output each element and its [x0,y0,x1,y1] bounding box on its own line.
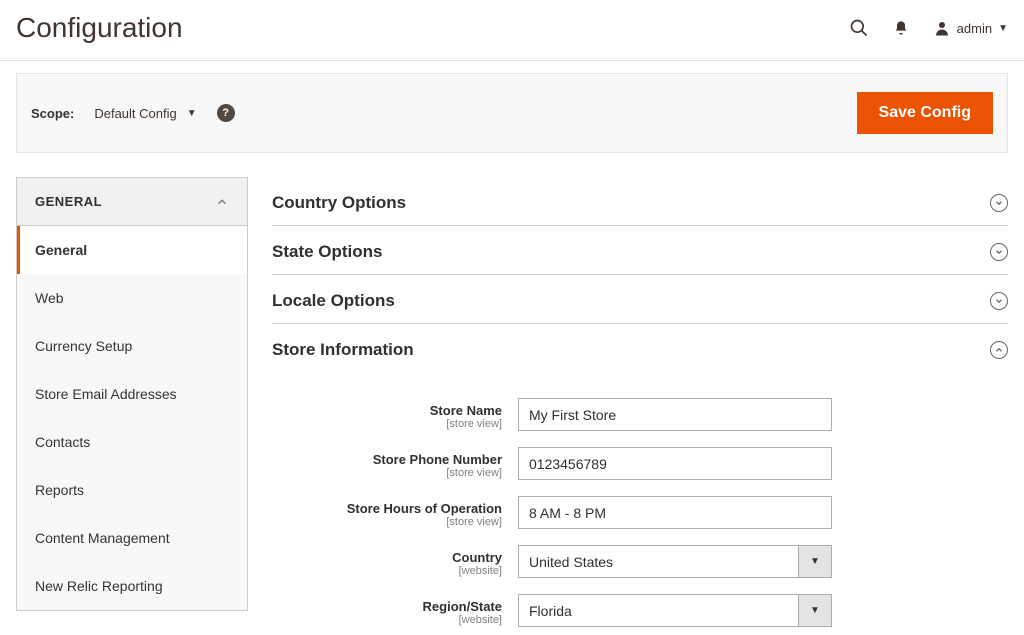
help-icon[interactable]: ? [217,104,235,122]
section-locale-options[interactable]: Locale Options [272,275,1008,324]
select-value: United States [518,545,799,578]
caret-down-icon: ▼ [187,108,197,119]
sidebar-item-contacts[interactable]: Contacts [17,418,247,466]
field-label: Store Hours of Operation [347,501,502,516]
save-config-button[interactable]: Save Config [857,92,993,134]
chevron-down-icon [990,194,1008,212]
section-title: Country Options [272,193,406,213]
caret-down-icon: ▼ [998,23,1008,34]
chevron-up-icon [215,195,229,209]
sidebar-item-label: Currency Setup [35,338,132,354]
section-title: State Options [272,242,383,262]
sidebar-item-label: Web [35,290,64,306]
admin-label: admin [957,21,992,36]
sidebar-item-content-mgmt[interactable]: Content Management [17,514,247,562]
scope-value: Default Config [94,106,176,121]
sidebar-item-store-email[interactable]: Store Email Addresses [17,370,247,418]
field-label: Country [452,550,502,565]
caret-down-icon: ▼ [810,605,820,616]
field-store-phone: Store Phone Number [store view] [272,439,1008,488]
country-select[interactable]: United States ▼ [518,545,832,578]
store-hours-input[interactable] [518,496,832,529]
field-label: Store Phone Number [373,452,502,467]
field-store-name: Store Name [store view] [272,390,1008,439]
sidebar-item-label: Store Email Addresses [35,386,177,402]
sidebar-item-new-relic[interactable]: New Relic Reporting [17,562,247,610]
sidebar-item-label: New Relic Reporting [35,578,163,594]
sidebar-item-label: Contacts [35,434,90,450]
store-phone-input[interactable] [518,447,832,480]
sidebar-item-currency[interactable]: Currency Setup [17,322,247,370]
sidebar-item-reports[interactable]: Reports [17,466,247,514]
field-scope: [store view] [272,418,502,430]
sidebar-group-label: GENERAL [35,194,102,209]
section-title: Locale Options [272,291,395,311]
chevron-up-icon [990,341,1008,359]
sidebar-item-label: General [35,242,87,258]
select-value: Florida [518,594,799,627]
field-region: Region/State [website] Florida ▼ [272,586,1008,635]
store-name-input[interactable] [518,398,832,431]
notifications-icon[interactable] [893,20,909,36]
section-country-options[interactable]: Country Options [272,177,1008,226]
section-state-options[interactable]: State Options [272,226,1008,275]
section-store-information[interactable]: Store Information [272,324,1008,372]
page-title: Configuration [16,12,183,44]
scope-select[interactable]: Default Config ▼ [94,106,196,121]
sidebar-item-label: Reports [35,482,84,498]
section-title: Store Information [272,340,414,360]
sidebar-item-web[interactable]: Web [17,274,247,322]
scope-label: Scope: [31,106,74,121]
sidebar-item-general[interactable]: General [17,226,247,274]
user-icon [933,19,951,37]
sidebar-item-label: Content Management [35,530,170,546]
field-country: Country [website] United States ▼ [272,537,1008,586]
field-scope: [store view] [272,516,502,528]
chevron-down-icon [990,292,1008,310]
sidebar-group-general[interactable]: GENERAL [16,177,248,226]
field-label: Region/State [423,599,502,614]
select-toggle[interactable]: ▼ [799,545,832,578]
chevron-down-icon [990,243,1008,261]
field-scope: [website] [272,614,502,626]
field-scope: [store view] [272,467,502,479]
search-icon[interactable] [849,18,869,38]
region-select[interactable]: Florida ▼ [518,594,832,627]
config-sidebar: GENERAL General Web Currency Setup Store… [16,177,248,635]
select-toggle[interactable]: ▼ [799,594,832,627]
caret-down-icon: ▼ [810,556,820,567]
admin-account-menu[interactable]: admin ▼ [933,19,1008,37]
field-label: Store Name [430,403,502,418]
field-scope: [website] [272,565,502,577]
field-store-hours: Store Hours of Operation [store view] [272,488,1008,537]
